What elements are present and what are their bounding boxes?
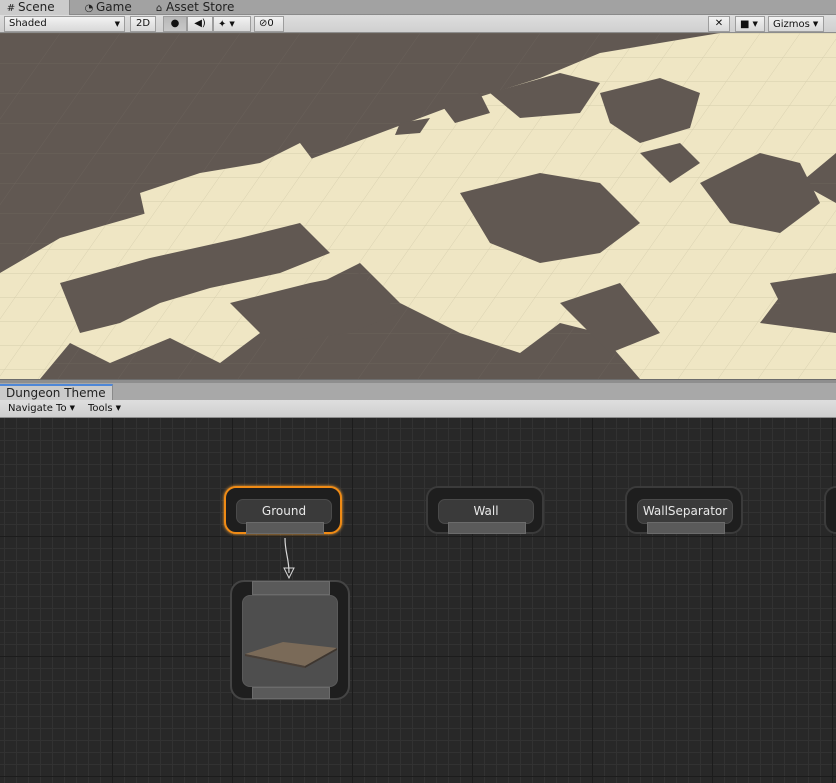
- node-title: Ground: [236, 499, 332, 524]
- dropdown-arrow-icon: ▼: [812, 20, 819, 28]
- theme-graph-canvas[interactable]: Ground Wall WallSeparator: [0, 418, 836, 783]
- marker-node-offscreen[interactable]: [824, 486, 836, 534]
- node-title: WallSeparator: [637, 499, 733, 524]
- dropdown-arrow-icon: ▼: [229, 20, 235, 28]
- navigate-to-dropdown[interactable]: Navigate To ▼: [4, 401, 79, 417]
- audio-toggle-button[interactable]: ◀): [187, 16, 213, 32]
- node-link: [283, 537, 295, 580]
- scene-toolbar: Shaded ▼ 2D ● ◀) ✦ ▼ ⊘0 ✕ ■ ▼ Gizmos ▼: [0, 15, 836, 33]
- shading-mode-dropdown[interactable]: Shaded ▼: [4, 16, 125, 32]
- tab-dungeon-theme[interactable]: Dungeon Theme: [0, 384, 113, 400]
- node-title: Wall: [438, 499, 534, 524]
- effects-dropdown[interactable]: ✦ ▼: [213, 16, 251, 32]
- lightbulb-icon: ●: [170, 18, 180, 29]
- dropdown-arrow-icon: ▼: [114, 20, 120, 28]
- lighting-toggle-button[interactable]: ●: [163, 16, 187, 32]
- tools-dropdown[interactable]: Tools ▼: [84, 401, 125, 417]
- tab-game[interactable]: ◔ Game: [78, 0, 138, 15]
- output-pin[interactable]: [252, 687, 330, 699]
- grid-icon: #: [6, 3, 16, 14]
- theme-toolbar: Navigate To ▼ Tools ▼: [0, 400, 836, 418]
- tab-scene[interactable]: # Scene: [0, 0, 70, 15]
- scene-tools-button[interactable]: ✕: [708, 16, 730, 32]
- dropdown-arrow-icon: ▼: [115, 404, 122, 412]
- hidden-objects-toggle[interactable]: ⊘0: [254, 16, 284, 32]
- mesh-preview-thumbnail: [242, 595, 338, 687]
- pacman-icon: ◔: [84, 3, 94, 14]
- marker-node-wall[interactable]: Wall: [426, 486, 544, 534]
- gizmos-dropdown[interactable]: Gizmos ▼: [768, 16, 824, 32]
- output-pin[interactable]: [448, 522, 526, 534]
- dropdown-arrow-icon: ▼: [69, 404, 75, 412]
- floor-tile-preview-icon: [245, 642, 337, 668]
- speaker-icon: ◀): [194, 18, 206, 29]
- bag-icon: ⌂: [155, 3, 163, 14]
- 2d-toggle-button[interactable]: 2D: [130, 16, 156, 32]
- camera-dropdown[interactable]: ■ ▼: [735, 16, 765, 32]
- theme-window-tab-strip: Dungeon Theme: [0, 383, 836, 400]
- dropdown-arrow-icon: ▼: [752, 20, 758, 28]
- effects-icon: ✦: [218, 19, 227, 30]
- tools-icon: ✕: [714, 18, 724, 29]
- dungeon-floor-render: [0, 33, 836, 379]
- output-pin[interactable]: [647, 522, 725, 534]
- input-pin[interactable]: [252, 581, 330, 595]
- marker-node-ground[interactable]: Ground: [224, 486, 342, 534]
- output-pin[interactable]: [246, 522, 324, 534]
- tab-asset-store[interactable]: ⌂ Asset Store: [148, 0, 240, 15]
- mesh-visual-node[interactable]: [230, 580, 350, 700]
- camera-icon: ■: [740, 19, 750, 30]
- marker-node-wall-separator[interactable]: WallSeparator: [625, 486, 743, 534]
- editor-tab-strip: # Scene ◔ Game ⌂ Asset Store: [0, 0, 836, 15]
- scene-viewport[interactable]: [0, 33, 836, 379]
